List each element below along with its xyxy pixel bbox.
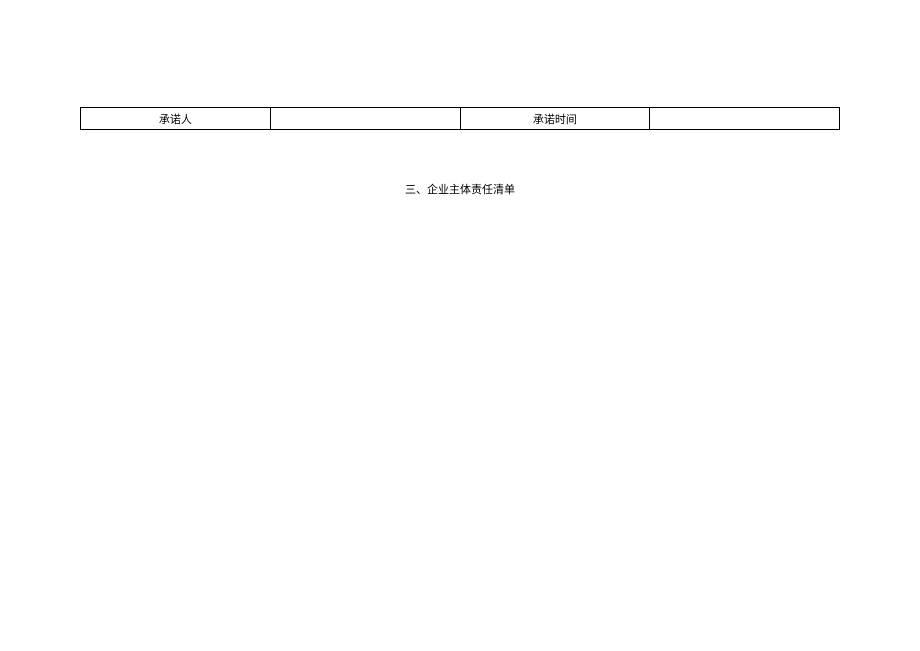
commitment-table-container: 承诺人 承诺时间 (80, 107, 840, 130)
promise-time-value-cell (650, 108, 840, 130)
promiser-label-cell: 承诺人 (81, 108, 271, 130)
promiser-value-cell (270, 108, 460, 130)
commitment-table: 承诺人 承诺时间 (80, 107, 840, 130)
section-title: 三、企业主体责任清单 (0, 181, 920, 197)
table-row: 承诺人 承诺时间 (81, 108, 840, 130)
promise-time-label-cell: 承诺时间 (460, 108, 650, 130)
